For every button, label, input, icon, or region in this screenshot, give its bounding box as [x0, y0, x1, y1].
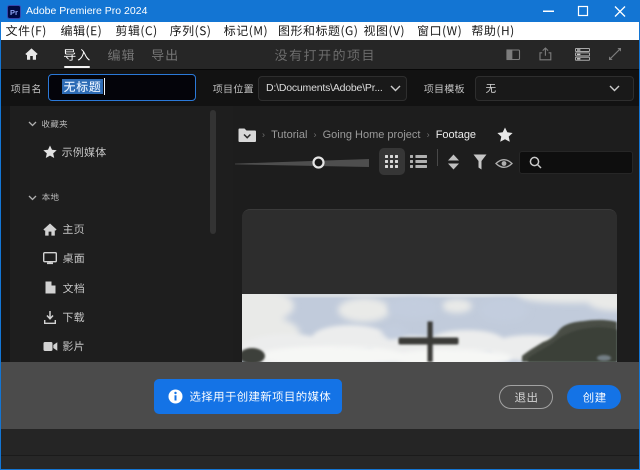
svg-text:Pr: Pr — [10, 8, 18, 17]
